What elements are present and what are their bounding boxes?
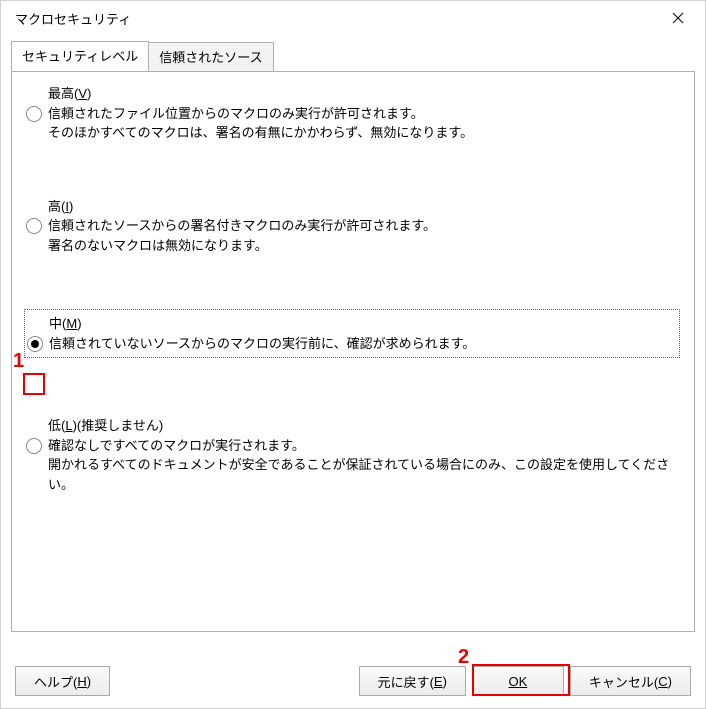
option-heading: 高(I)	[48, 197, 73, 217]
tab-bar: セキュリティレベル 信頼されたソース	[11, 41, 695, 72]
titlebar: マクロセキュリティ	[1, 1, 705, 35]
option-desc-line1: 信頼されたファイル位置からのマクロのみ実行が許可されます。	[48, 104, 473, 124]
annotation-1: 1	[13, 350, 24, 373]
option-desc-line1: 信頼されていないソースからのマクロの実行前に、確認が求められます。	[49, 334, 475, 354]
radio-option-medium[interactable]: 中(M) 信頼されていないソースからのマクロの実行前に、確認が求められます。	[26, 309, 680, 358]
help-button[interactable]: ヘルプ(H)	[15, 666, 110, 696]
option-heading: 中(M)	[49, 314, 82, 334]
option-desc-line2: 署名のないマクロは無効になります。	[48, 236, 436, 256]
radio-option-high[interactable]: 高(I) 信頼されたソースからの署名付きマクロのみ実行が許可されます。 署名のな…	[26, 197, 680, 256]
option-desc-line2: そのほかすべてのマクロは、署名の有無にかかわらず、無効になります。	[48, 123, 473, 143]
radio-medium[interactable]	[27, 336, 43, 352]
option-desc-line2: 開かれるすべてのドキュメントが安全であることが保証されている場合にのみ、この設定…	[48, 455, 680, 494]
reset-button[interactable]: 元に戻す(E)	[359, 666, 466, 696]
option-desc-line1: 確認なしですべてのマクロが実行されます。	[48, 436, 680, 456]
radio-option-low[interactable]: 低(L)(推奨しません) 確認なしですべてのマクロが実行されます。 開かれるすべ…	[26, 416, 680, 494]
radio-low[interactable]	[26, 438, 42, 454]
radio-very-high[interactable]	[26, 106, 42, 122]
option-heading: 最高(V)	[48, 84, 91, 104]
radio-option-very-high[interactable]: 最高(V) 信頼されたファイル位置からのマクロのみ実行が許可されます。 そのほか…	[26, 84, 680, 143]
window-title: マクロセキュリティ	[15, 9, 131, 28]
close-button[interactable]	[661, 5, 695, 31]
tab-security-level[interactable]: セキュリティレベル	[11, 41, 149, 71]
tab-trusted-sources[interactable]: 信頼されたソース	[148, 42, 273, 72]
close-icon	[672, 12, 684, 24]
tabs-container: セキュリティレベル 信頼されたソース 最高(V) 信頼されたファイル位置からのマ…	[1, 35, 705, 632]
option-desc-line1: 信頼されたソースからの署名付きマクロのみ実行が許可されます。	[48, 216, 436, 236]
radio-high[interactable]	[26, 218, 42, 234]
option-heading: 低(L)(推奨しません)	[48, 416, 163, 436]
tab-panel-security-level: 最高(V) 信頼されたファイル位置からのマクロのみ実行が許可されます。 そのほか…	[11, 72, 695, 632]
cancel-button[interactable]: キャンセル(C)	[570, 666, 691, 696]
annotation-2: 2	[458, 646, 469, 669]
ok-button[interactable]: OK	[472, 666, 564, 696]
button-bar: ヘルプ(H) 元に戻す(E) OK キャンセル(C)	[15, 666, 691, 696]
